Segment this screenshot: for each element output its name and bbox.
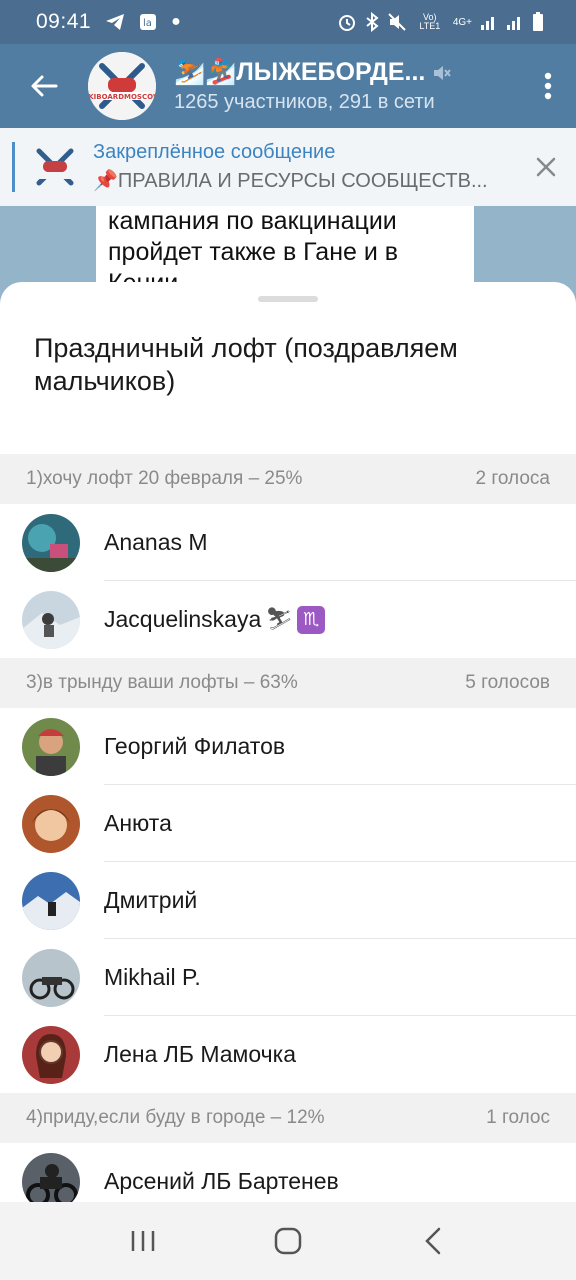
- poll-option-votes: 2 голоса: [475, 468, 550, 489]
- network-type-icon: 4G+: [452, 16, 472, 28]
- avatar: [22, 717, 80, 776]
- avatar: [22, 794, 80, 853]
- signal-2-icon: [506, 13, 524, 31]
- mute-icon: [387, 12, 407, 32]
- more-menu-button[interactable]: [520, 44, 576, 128]
- pinned-title: Закреплённое сообщение: [93, 141, 336, 163]
- poll-option-label: 1)хочу лофт 20 февраля – 25%: [26, 468, 303, 489]
- back-button[interactable]: [0, 44, 88, 128]
- avatar: [22, 948, 80, 1007]
- system-nav-bar: [0, 1202, 576, 1280]
- home-button[interactable]: [258, 1211, 318, 1271]
- voter-row[interactable]: Mikhail P.: [0, 939, 576, 1016]
- poll-option-label: 4)приду,если буду в городе – 12%: [26, 1107, 325, 1128]
- voter-name: Арсений ЛБ Бартенев: [104, 1168, 339, 1194]
- skiboard-logo-icon: [33, 148, 77, 186]
- pinned-thumbnail: [29, 141, 81, 193]
- poll-option-header: 1)хочу лофт 20 февраля – 25% 2 голоса: [0, 454, 576, 504]
- battery-icon: [532, 12, 544, 32]
- muted-icon: [434, 65, 452, 80]
- avatar: [22, 590, 80, 649]
- home-icon: [274, 1227, 302, 1255]
- status-bar: 09:41 la ● Vo) LTE1 4G+: [0, 0, 576, 44]
- voter-name: Mikhail P.: [104, 964, 201, 990]
- voter-row[interactable]: Лена ЛБ Мамочка: [0, 1016, 576, 1093]
- avatar: [22, 871, 80, 930]
- poll-option-header: 3)в трынду ваши лофты – 63% 5 голосов: [0, 658, 576, 708]
- signal-icon: [480, 13, 498, 31]
- recent-apps-icon: [131, 1231, 154, 1251]
- voter-row[interactable]: Анюта: [0, 785, 576, 862]
- lte-icon: Vo) LTE1: [419, 12, 441, 31]
- app-bar: SKIBOARDMOSCOW ⛷️🏂ЛЫЖЕБОРДЕ... 1265 учас…: [0, 44, 576, 128]
- voter-row[interactable]: Георгий Филатов: [0, 708, 576, 785]
- chat-title: ⛷️🏂ЛЫЖЕБОРДЕ...: [174, 58, 426, 86]
- pinned-text: 📌ПРАВИЛА И РЕСУРСЫ СООБЩЕСТВ...: [93, 170, 488, 192]
- poll-option-label: 3)в трынду ваши лофты – 63%: [26, 672, 298, 693]
- pinned-indicator: [12, 142, 15, 192]
- telegram-icon: [105, 13, 125, 31]
- voter-name: Ananas M: [104, 529, 208, 555]
- poll-question: Праздничный лофт (поздравляем мальчиков): [34, 333, 458, 396]
- poll-option-votes: 1 голос: [486, 1107, 550, 1128]
- avatar: [22, 1152, 80, 1202]
- close-pinned-button[interactable]: [516, 157, 576, 177]
- poll-option-header: 4)приду,если буду в городе – 12% 1 голос: [0, 1093, 576, 1143]
- scorpio-icon: ♏: [297, 605, 326, 634]
- chat-subtitle: 1265 участников, 291 в сети: [174, 91, 435, 113]
- chat-info[interactable]: ⛷️🏂ЛЫЖЕБОРДЕ... 1265 участников, 291 в с…: [174, 58, 520, 114]
- chevron-left-icon: [425, 1227, 441, 1255]
- more-vertical-icon: [544, 72, 552, 100]
- pinned-message-bar[interactable]: Закреплённое сообщение 📌ПРАВИЛА И РЕСУРС…: [0, 128, 576, 206]
- close-icon: [536, 157, 556, 177]
- voter-name: Дмитрий: [104, 887, 198, 913]
- dot-icon: ●: [171, 13, 181, 30]
- system-back-button[interactable]: [403, 1211, 463, 1271]
- poll-option-votes: 5 голосов: [465, 672, 550, 693]
- notification-icon: la: [139, 13, 157, 31]
- svg-text:la: la: [143, 18, 152, 29]
- skiboard-logo-icon: SKIBOARDMOSCOW: [88, 52, 156, 120]
- voter-row[interactable]: Арсений ЛБ Бартенев: [0, 1143, 576, 1202]
- voter-row[interactable]: Ananas M: [0, 504, 576, 581]
- voter-name: Jacquelinskaya: [104, 606, 262, 632]
- recent-apps-button[interactable]: [113, 1211, 173, 1271]
- avatar: [22, 513, 80, 572]
- voter-name: Анюта: [104, 810, 172, 836]
- voter-name: Георгий Филатов: [104, 733, 286, 759]
- voter-row[interactable]: Jacquelinskaya ⛷ ♏: [0, 581, 576, 658]
- svg-text:SKIBOARDMOSCOW: SKIBOARDMOSCOW: [88, 93, 156, 101]
- alarm-icon: [337, 12, 357, 32]
- poll-results-sheet: Праздничный лофт (поздравляем мальчиков)…: [0, 282, 576, 1202]
- chat-avatar[interactable]: SKIBOARDMOSCOW: [88, 52, 156, 120]
- voter-row[interactable]: Дмитрий: [0, 862, 576, 939]
- skier-icon: ⛷: [265, 607, 294, 632]
- avatar: [22, 1025, 80, 1084]
- status-time: 09:41: [36, 10, 92, 33]
- voter-name: Лена ЛБ Мамочка: [104, 1041, 296, 1067]
- bluetooth-icon: [365, 12, 379, 32]
- back-arrow-icon: [31, 75, 58, 97]
